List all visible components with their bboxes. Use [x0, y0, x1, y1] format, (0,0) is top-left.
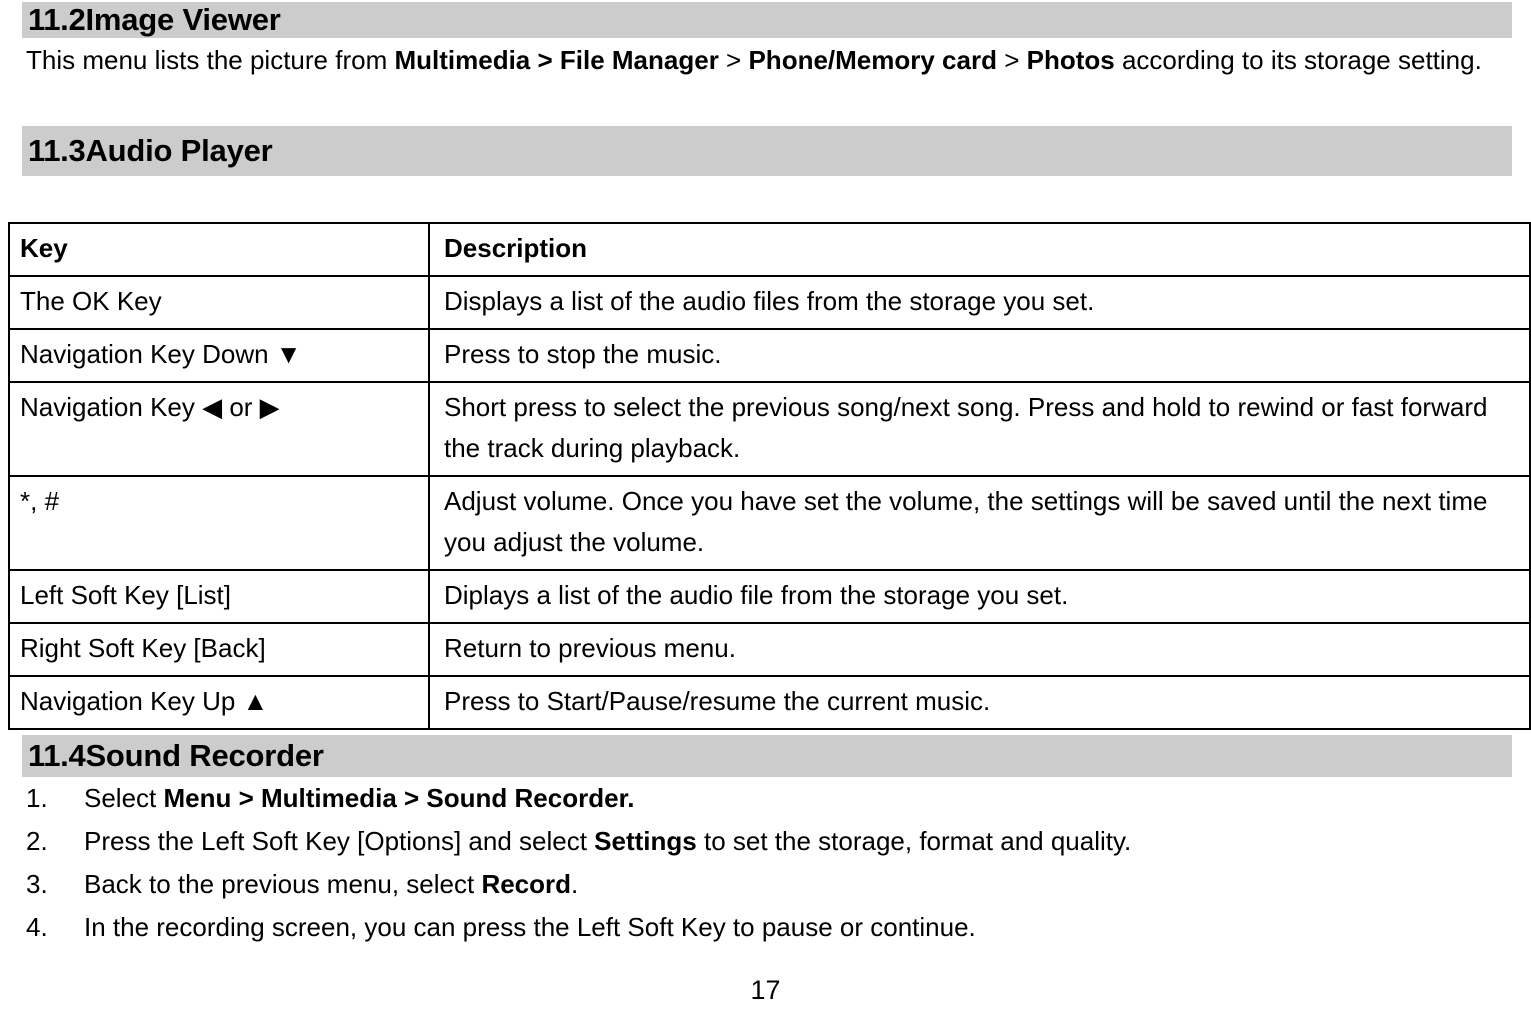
table-row: The OK Key Displays a list of the audio … — [8, 275, 1531, 330]
section-title-image-viewer: Image Viewer — [85, 2, 281, 37]
step-text-part-1: In the recording screen, you can press t… — [84, 912, 976, 942]
step-text-part-2: . — [571, 869, 579, 899]
column-header-description: Description — [428, 222, 1531, 277]
section-title-audio-player: Audio Player — [85, 133, 273, 168]
step-bold-1: Record — [481, 869, 572, 899]
step-text-part-1: Back to the previous menu, select — [84, 869, 482, 899]
section-number-11-4: 11.4 — [28, 738, 86, 773]
section-number-11-3: 11.3 — [28, 133, 86, 168]
table-row: Right Soft Key [Back] Return to previous… — [8, 622, 1531, 677]
cell-key: The OK Key — [8, 275, 430, 330]
list-item-marker: 3. — [26, 869, 48, 899]
list-item: 1. Select Menu > Multimedia > Sound Reco… — [26, 777, 1520, 819]
table-body: The OK Key Displays a list of the audio … — [8, 275, 1531, 730]
table-row: *, # Adjust volume. Once you have set th… — [8, 475, 1531, 571]
sound-recorder-steps-list: 1. Select Menu > Multimedia > Sound Reco… — [26, 777, 1520, 949]
paragraph-text-part-4: according to its storage setting. — [1114, 45, 1482, 75]
step-text-part-1: Press the Left Soft Key [Options] and se… — [84, 826, 595, 856]
table-row: Navigation Key ◀ or ▶ Short press to sel… — [8, 381, 1531, 477]
cell-key: Navigation Key Up ▲ — [8, 675, 430, 730]
table-row: Navigation Key Up ▲ Press to Start/Pause… — [8, 675, 1531, 730]
paragraph-text-part-2: > — [718, 45, 749, 75]
section-heading-sound-recorder: 11.4 Sound Recorder — [22, 735, 1512, 777]
cell-key: Navigation Key ◀ or ▶ — [8, 381, 430, 477]
paragraph-text-part-1: This menu lists the picture from — [26, 45, 395, 75]
list-item-text: In the recording screen, you can press t… — [84, 906, 1520, 948]
key-description-table: Key Description The OK Key Displays a li… — [8, 222, 1531, 730]
list-item-text: Select Menu > Multimedia > Sound Recorde… — [84, 777, 1520, 819]
table-row: Left Soft Key [List] Diplays a list of t… — [8, 569, 1531, 624]
cell-description: Press to stop the music. — [428, 328, 1531, 383]
section-heading-image-viewer: 11.2 Image Viewer — [22, 2, 1512, 38]
table-row: Navigation Key Down ▼ Press to stop the … — [8, 328, 1531, 383]
list-item-text: Press the Left Soft Key [Options] and se… — [84, 820, 1520, 862]
page-number: 17 — [750, 975, 781, 1005]
step-bold-1: Menu > Multimedia > Sound Recorder. — [163, 783, 635, 813]
paragraph-bold-photos: Photos — [1026, 45, 1115, 75]
table-header-row: Key Description — [8, 222, 1531, 277]
column-header-key: Key — [8, 222, 430, 277]
list-item-marker: 1. — [26, 783, 48, 813]
paragraph-bold-phone-memory-card: Phone/Memory card — [748, 45, 997, 75]
step-bold-1: Settings — [594, 826, 697, 856]
cell-key: Navigation Key Down ▼ — [8, 328, 430, 383]
list-item: 2. Press the Left Soft Key [Options] and… — [26, 820, 1520, 862]
cell-description: Return to previous menu. — [428, 622, 1531, 677]
paragraph-text-part-3: > — [996, 45, 1027, 75]
list-item-marker: 2. — [26, 826, 48, 856]
cell-description: Adjust volume. Once you have set the vol… — [428, 475, 1531, 571]
cell-key: Left Soft Key [List] — [8, 569, 430, 624]
section-title-sound-recorder: Sound Recorder — [85, 738, 324, 773]
section-heading-audio-player: 11.3 Audio Player — [22, 126, 1512, 176]
cell-key: *, # — [8, 475, 430, 571]
list-item: 4. In the recording screen, you can pres… — [26, 906, 1520, 948]
step-text-part-1: Select — [84, 783, 164, 813]
paragraph-bold-multimedia-file-manager: Multimedia > File Manager — [394, 45, 719, 75]
cell-key: Right Soft Key [Back] — [8, 622, 430, 677]
cell-description: Displays a list of the audio files from … — [428, 275, 1531, 330]
list-item-marker: 4. — [26, 912, 48, 942]
list-item: 3. Back to the previous menu, select Rec… — [26, 863, 1520, 905]
section-number-11-2: 11.2 — [28, 2, 86, 37]
manual-page: 11.2 Image Viewer This menu lists the pic… — [0, 0, 1531, 1022]
cell-description: Short press to select the previous song/… — [428, 381, 1531, 477]
cell-description: Diplays a list of the audio file from th… — [428, 569, 1531, 624]
paragraph-image-viewer: This menu lists the picture from Multime… — [26, 40, 1520, 81]
step-text-part-2: to set the storage, format and quality. — [696, 826, 1132, 856]
cell-description: Press to Start/Pause/resume the current … — [428, 675, 1531, 730]
list-item-text: Back to the previous menu, select Record… — [84, 863, 1520, 905]
